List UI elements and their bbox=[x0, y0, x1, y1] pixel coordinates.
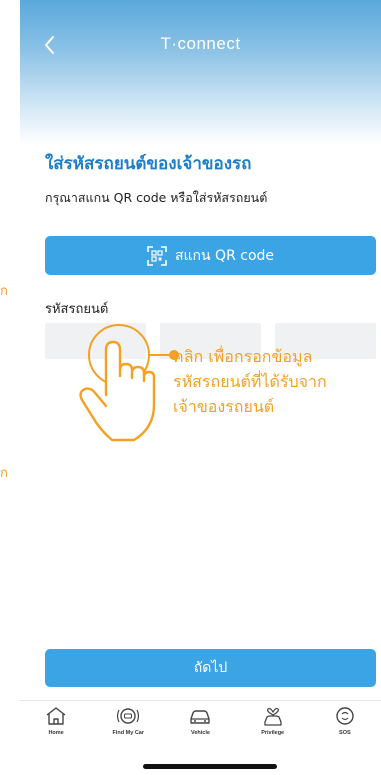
sos-icon bbox=[336, 707, 354, 725]
tab-sos[interactable]: SOS bbox=[309, 701, 381, 752]
page-title: ใส่รหัสรถยนต์ของเจ้าของรถ bbox=[45, 154, 252, 174]
app-title: T·connect bbox=[160, 34, 241, 53]
header: T·connect bbox=[20, 0, 381, 145]
privilege-icon bbox=[264, 707, 282, 726]
tab-find-my-car[interactable]: Find My Car bbox=[92, 701, 164, 752]
tab-vehicle[interactable]: Vehicle bbox=[164, 701, 236, 752]
home-indicator bbox=[143, 764, 277, 769]
side-annotation-text: ก bbox=[0, 466, 8, 481]
tab-home-label: Home bbox=[48, 730, 64, 736]
instruction-text: กรุณาสแกน QR code หรือใส่รหัสรถยนต์ bbox=[45, 190, 268, 205]
tab-privilege[interactable]: Privilege bbox=[237, 701, 309, 752]
qr-scan-icon bbox=[147, 245, 167, 266]
tab-home[interactable]: Home bbox=[20, 701, 92, 752]
find-car-icon bbox=[117, 708, 140, 724]
tab-sos-label: SOS bbox=[339, 730, 351, 736]
next-button[interactable]: ถัดไป bbox=[45, 649, 376, 687]
scan-qr-label: สแกน QR code bbox=[174, 247, 275, 264]
home-icon bbox=[46, 707, 66, 725]
tap-hint-text: คลิก เพื่อกรอกข้อมูล รหัสรถยนต์ที่ได้รับ… bbox=[173, 347, 327, 416]
side-annotation-text: ก bbox=[0, 284, 8, 299]
phone-screen: T·connect ใส่รหัสรถยนต์ของเจ้าของรถ กรุณ… bbox=[20, 0, 381, 775]
bottom-tab-bar: Home Find My Car Vehicle Privilege SOS bbox=[20, 700, 381, 752]
scan-qr-button[interactable]: สแกน QR code bbox=[45, 236, 376, 275]
tab-vehicle-label: Vehicle bbox=[190, 730, 210, 736]
tab-find-my-car-label: Find My Car bbox=[112, 730, 145, 736]
vehicle-code-label: รหัสรถยนต์ bbox=[45, 302, 109, 317]
tab-privilege-label: Privilege bbox=[261, 730, 285, 736]
vehicle-icon bbox=[190, 710, 211, 724]
